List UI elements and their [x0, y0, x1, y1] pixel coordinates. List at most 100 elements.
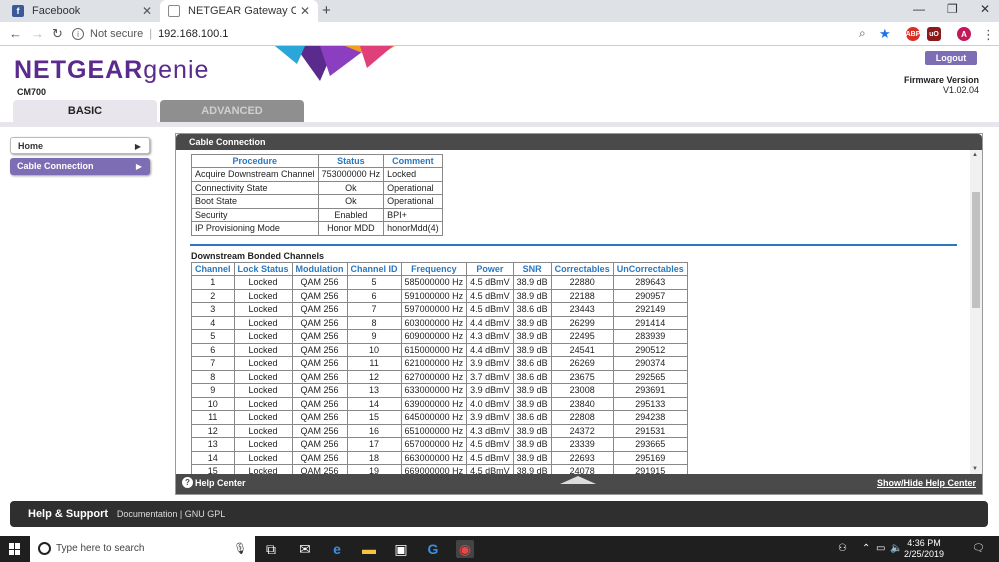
- table-cell: 12: [346, 369, 402, 384]
- file-explorer-icon[interactable]: ▬: [360, 540, 378, 558]
- table-cell: Locked: [233, 383, 293, 398]
- back-icon[interactable]: ←: [9, 26, 22, 41]
- network-icon[interactable]: ▭: [876, 536, 885, 562]
- mail-icon[interactable]: ✉: [296, 540, 314, 558]
- sidebar-item-home[interactable]: Home ▶: [10, 137, 150, 154]
- table-cell: Locked: [383, 167, 443, 182]
- url-field[interactable]: i Not secure | 192.168.100.1: [72, 24, 902, 44]
- table-cell: 38.9 dB: [512, 396, 552, 411]
- tray-chevron-icon[interactable]: ⌃: [862, 536, 870, 562]
- show-hide-help-link[interactable]: Show/Hide Help Center: [877, 474, 976, 492]
- table-cell: 4: [191, 315, 235, 330]
- scroll-down-icon[interactable]: ▼: [972, 466, 978, 472]
- logitech-icon[interactable]: G: [424, 540, 442, 558]
- panel-scrollbar[interactable]: ▲ ▼: [970, 150, 982, 474]
- table-cell: 24372: [550, 423, 614, 438]
- security-label: Not secure: [90, 28, 144, 40]
- windows-start-icon[interactable]: [9, 543, 21, 555]
- info-icon[interactable]: i: [72, 28, 84, 40]
- logout-button[interactable]: Logout: [925, 51, 977, 65]
- table-cell: 10: [191, 396, 235, 411]
- table-cell: Ok: [317, 194, 385, 209]
- scroll-up-icon[interactable]: ▲: [972, 152, 978, 158]
- table-cell: 4.5 dBmV: [466, 288, 514, 303]
- close-window-icon[interactable]: ✕: [980, 2, 990, 16]
- table-cell: 291414: [612, 315, 688, 330]
- help-center-label[interactable]: Help Center: [195, 474, 246, 492]
- table-cell: 38.9 dB: [512, 450, 552, 465]
- taskbar-search-input[interactable]: Type here to search 🎙: [30, 536, 255, 562]
- table-row: Acquire Downstream Channel 753000000 Hz Lo…: [191, 167, 443, 182]
- table-header-cell: UnCorrectables: [612, 262, 688, 276]
- address-bar: ← → ↻ i Not secure | 192.168.100.1 ⌕ ★: [0, 22, 999, 46]
- browser-tab-netgear[interactable]: NETGEAR Gateway CM700 ✕: [160, 0, 318, 22]
- table-cell: 292565: [612, 369, 688, 384]
- expand-arrow-icon[interactable]: [560, 476, 596, 484]
- startup-procedure-table: Procedure Status Comment Acquire Downstrea…: [191, 154, 443, 236]
- menu-icon[interactable]: ⋮: [982, 27, 995, 43]
- table-cell: Security: [191, 207, 319, 222]
- forward-icon[interactable]: →: [31, 26, 44, 41]
- table-cell: QAM 256: [291, 464, 348, 474]
- table-cell: 13: [346, 383, 402, 398]
- table-cell: 292149: [612, 302, 688, 317]
- minimize-icon[interactable]: —: [913, 2, 925, 16]
- tab-basic[interactable]: BASIC: [13, 100, 157, 122]
- help-icon[interactable]: ?: [182, 477, 193, 488]
- table-cell: 24078: [550, 464, 614, 474]
- tab-advanced[interactable]: ADVANCED: [160, 100, 304, 122]
- table-cell: 3.9 dBmV: [466, 356, 514, 371]
- table-cell: 6: [191, 342, 235, 357]
- reload-icon[interactable]: ↻: [52, 26, 63, 42]
- chrome-icon[interactable]: ◉: [456, 540, 474, 558]
- table-row: 15 Locked QAM 256 19 669000000 Hz 4.5 dBmV 38.…: [191, 464, 688, 474]
- store-icon[interactable]: ▣: [392, 540, 410, 558]
- table-cell: QAM 256: [291, 437, 348, 452]
- profile-avatar[interactable]: A: [957, 27, 971, 41]
- table-cell: Locked: [233, 315, 293, 330]
- table-header-cell: Power: [466, 262, 514, 276]
- table-cell: 1: [191, 275, 235, 290]
- restore-icon[interactable]: ❐: [947, 2, 958, 16]
- new-tab-button[interactable]: +: [322, 2, 331, 19]
- table-cell: 7: [191, 356, 235, 371]
- close-tab-icon[interactable]: ✕: [300, 4, 310, 18]
- people-icon[interactable]: ⚇: [838, 536, 847, 562]
- table-cell: QAM 256: [291, 315, 348, 330]
- bookmark-star-icon[interactable]: ★: [879, 26, 891, 42]
- edge-icon[interactable]: e: [328, 540, 346, 558]
- table-cell: 669000000 Hz: [400, 464, 468, 474]
- clock-date: 2/25/2019: [904, 549, 945, 559]
- scrollbar-thumb[interactable]: [972, 192, 980, 308]
- table-cell: 4.5 dBmV: [466, 275, 514, 290]
- table-cell: 18: [346, 450, 402, 465]
- notifications-icon[interactable]: 🗨: [972, 536, 985, 562]
- table-cell: 4.3 dBmV: [466, 329, 514, 344]
- adblock-icon[interactable]: ABP: [906, 27, 920, 41]
- firmware-label: Firmware Version: [903, 75, 979, 85]
- table-cell: 13: [191, 437, 235, 452]
- table-cell: 38.9 dB: [512, 383, 552, 398]
- task-view-icon[interactable]: ⧉: [262, 540, 280, 558]
- table-cell: 38.9 dB: [512, 329, 552, 344]
- table-header-cell: Procedure: [191, 154, 319, 168]
- table-cell: 293691: [612, 383, 688, 398]
- table-cell: Locked: [233, 288, 293, 303]
- ublock-icon[interactable]: uO: [927, 27, 941, 41]
- sidebar-item-cable-connection[interactable]: Cable Connection ▶: [10, 158, 150, 175]
- close-tab-icon[interactable]: ✕: [142, 4, 152, 18]
- footer-links[interactable]: Documentation | GNU GPL: [117, 509, 225, 519]
- zoom-icon[interactable]: ⌕: [859, 26, 866, 41]
- url-text: 192.168.100.1: [158, 28, 229, 40]
- taskbar-clock[interactable]: 4:36 PM 2/25/2019: [904, 538, 944, 560]
- table-cell: QAM 256: [291, 423, 348, 438]
- clock-time: 4:36 PM: [907, 538, 941, 548]
- browser-tab-facebook[interactable]: f Facebook ✕: [4, 0, 160, 22]
- microphone-icon[interactable]: 🎙: [233, 536, 247, 562]
- table-cell: QAM 256: [291, 275, 348, 290]
- table-cell: 26269: [550, 356, 614, 371]
- table-cell: 14: [346, 396, 402, 411]
- table-cell: 26299: [550, 315, 614, 330]
- volume-icon[interactable]: 🔈: [890, 536, 902, 562]
- panel-scroll-area[interactable]: Procedure Status Comment Acquire Downstrea…: [176, 150, 970, 474]
